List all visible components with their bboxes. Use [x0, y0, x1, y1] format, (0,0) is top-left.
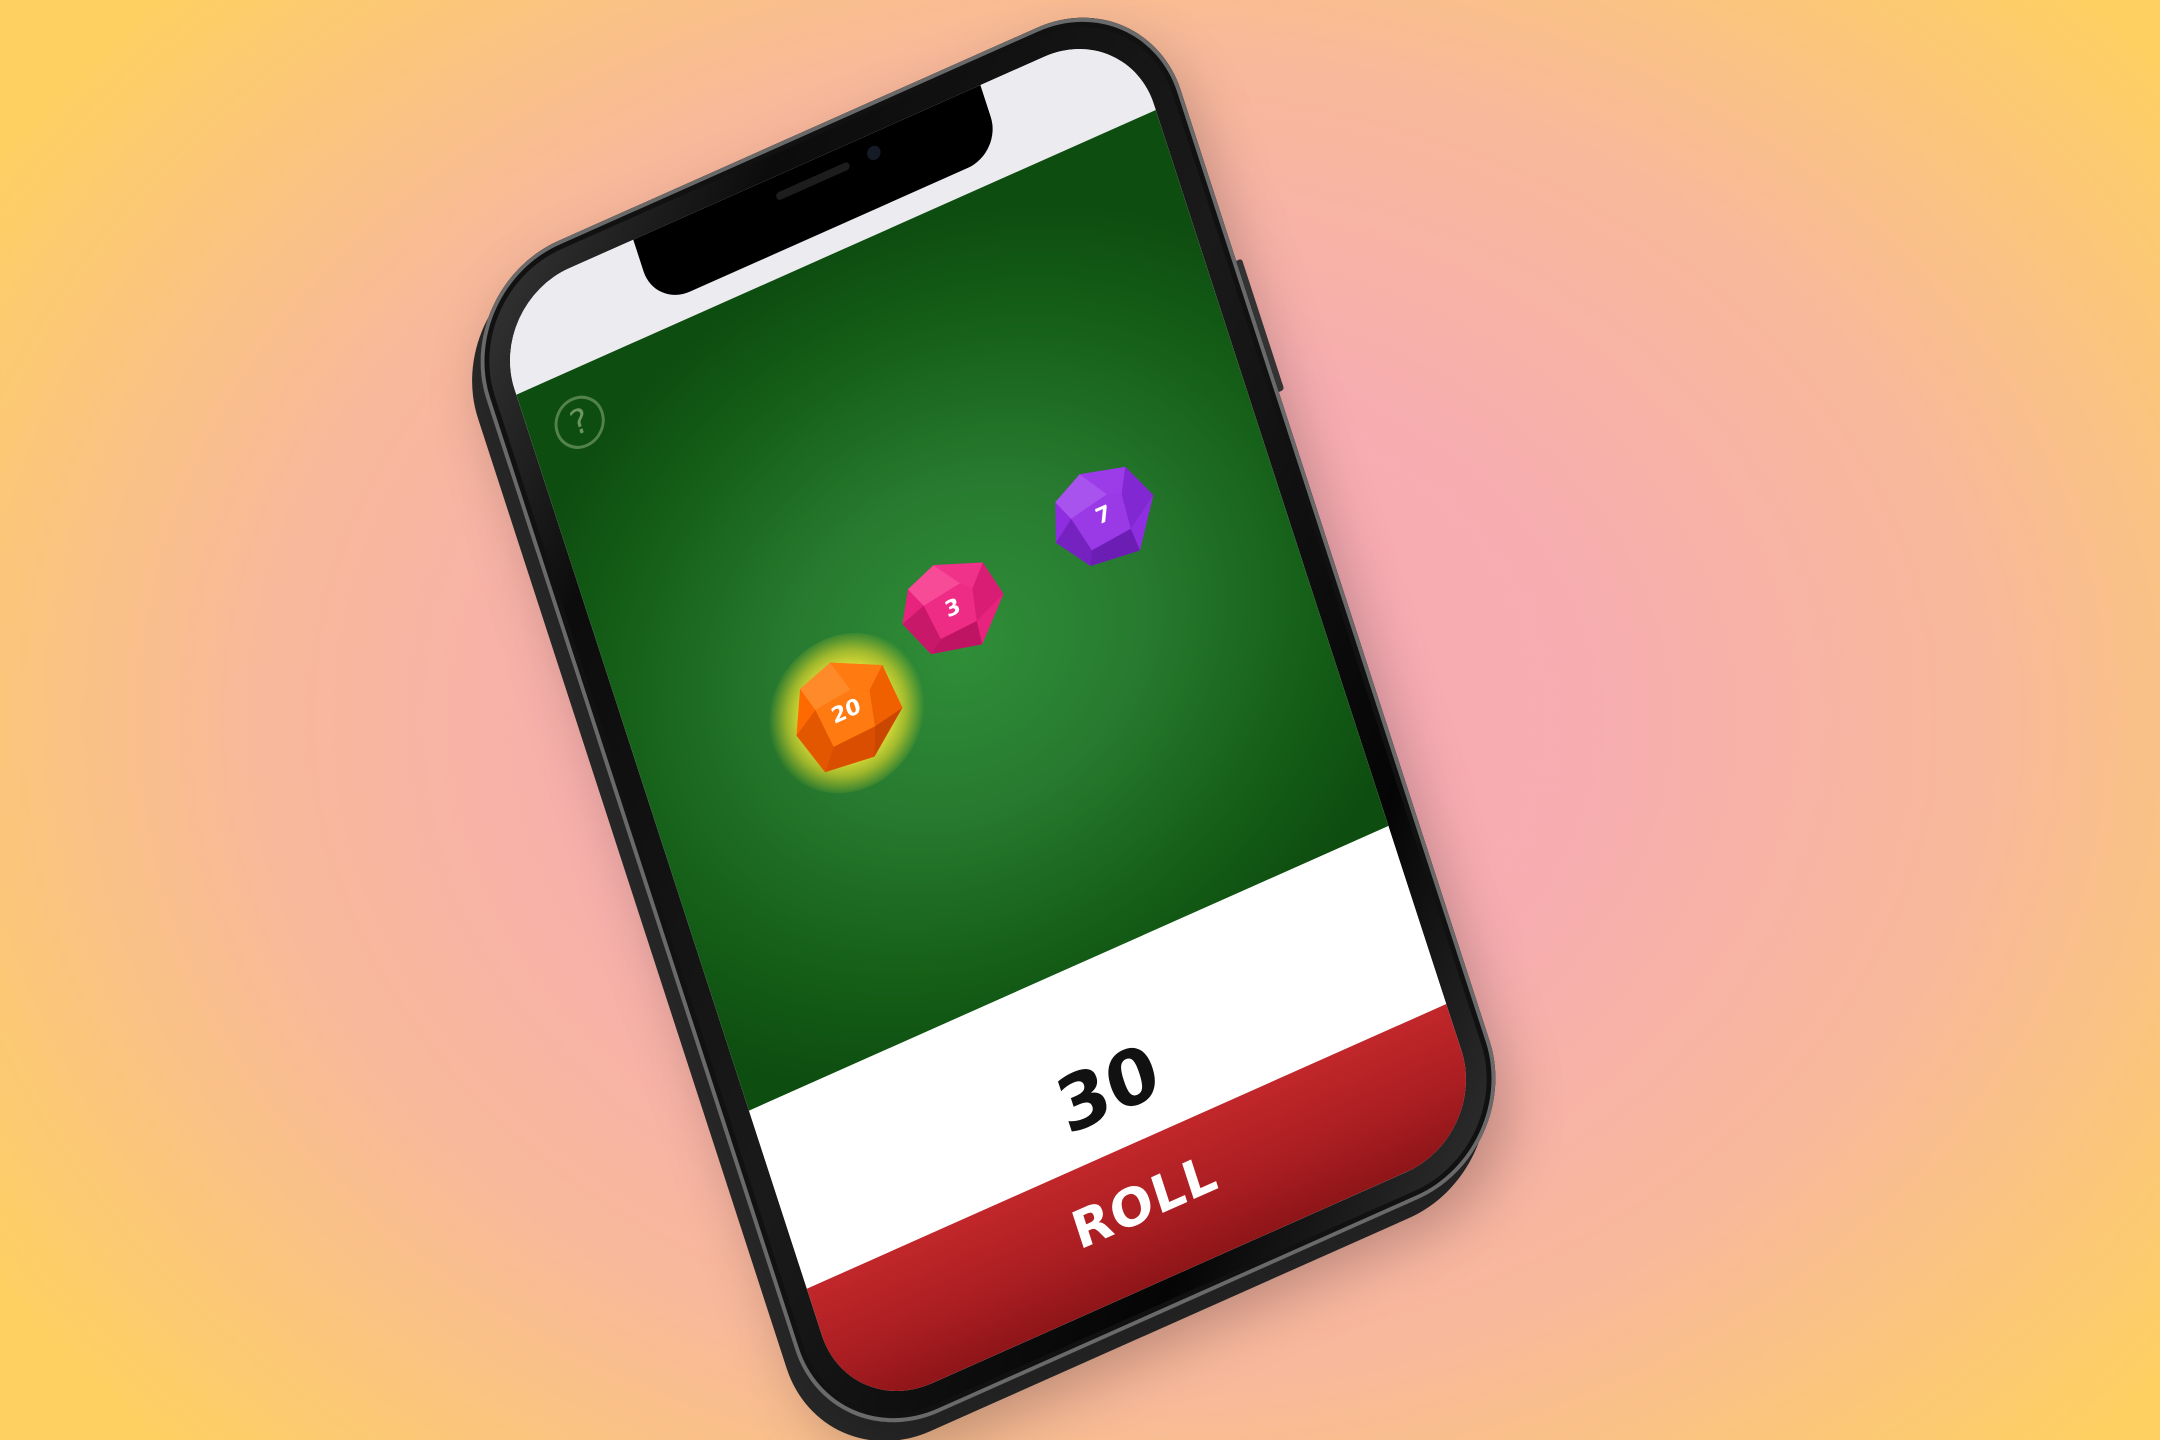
die-purple[interactable]: 7 — [1037, 446, 1171, 589]
phone-device: ? 20 3 7 30 ROLL — [450, 0, 1526, 1440]
question-circle-icon: ? — [565, 399, 594, 445]
die-d20-orange[interactable]: 20 — [748, 607, 945, 820]
help-button[interactable]: ? — [547, 387, 612, 458]
front-camera — [865, 143, 883, 163]
